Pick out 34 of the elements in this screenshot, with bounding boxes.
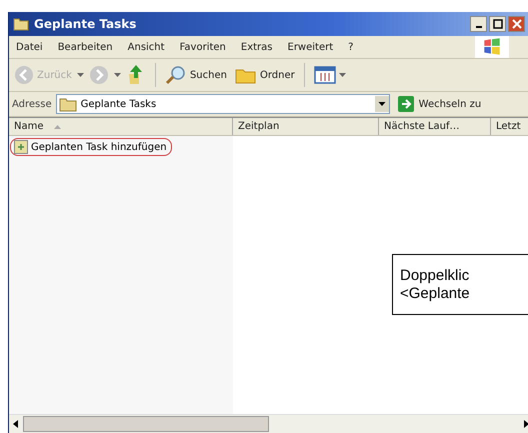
minimize-button[interactable]	[470, 16, 487, 32]
folders-button[interactable]: Ordner	[232, 64, 298, 86]
column-header[interactable]: Letzt	[491, 118, 528, 135]
window-title: Geplante Tasks	[34, 17, 136, 31]
maximize-button[interactable]	[489, 16, 506, 32]
minimize-icon	[476, 26, 482, 28]
callout-box: Doppelklic <Geplante	[392, 254, 528, 315]
column-header[interactable]: Name	[9, 118, 233, 135]
menu-item[interactable]: Erweitert	[280, 40, 340, 54]
menu-item[interactable]: Favoriten	[172, 40, 233, 54]
horizontal-scrollbar[interactable]	[9, 414, 528, 433]
windows-flag-icon	[475, 36, 509, 58]
views-icon	[314, 65, 336, 85]
address-field[interactable]: Geplante Tasks	[56, 94, 390, 114]
menu-item[interactable]: Bearbeiten	[50, 40, 120, 54]
go-button[interactable]: Wechseln zu	[394, 95, 484, 113]
folder-icon	[13, 16, 29, 32]
folder-icon	[58, 96, 77, 112]
search-button[interactable]: Suchen	[162, 63, 230, 87]
column-header[interactable]: Nächste Lauf…	[379, 118, 491, 135]
menu-item[interactable]: Extras	[234, 40, 280, 54]
menu-item[interactable]: Ansicht	[120, 40, 172, 54]
menu-item[interactable]: ?	[341, 40, 360, 54]
close-button[interactable]	[508, 16, 525, 32]
list-item[interactable]: Geplanten Task hinzufügen	[10, 138, 172, 156]
menu-item[interactable]: Datei	[9, 40, 50, 54]
sort-arrow-icon	[54, 124, 61, 128]
search-icon	[164, 65, 187, 85]
maximize-icon	[492, 19, 502, 29]
column-header[interactable]: Zeitplan	[233, 118, 379, 135]
close-icon	[512, 19, 522, 29]
caret-icon	[338, 73, 346, 77]
address-label: Adresse	[12, 98, 52, 110]
add-task-icon	[14, 140, 28, 154]
